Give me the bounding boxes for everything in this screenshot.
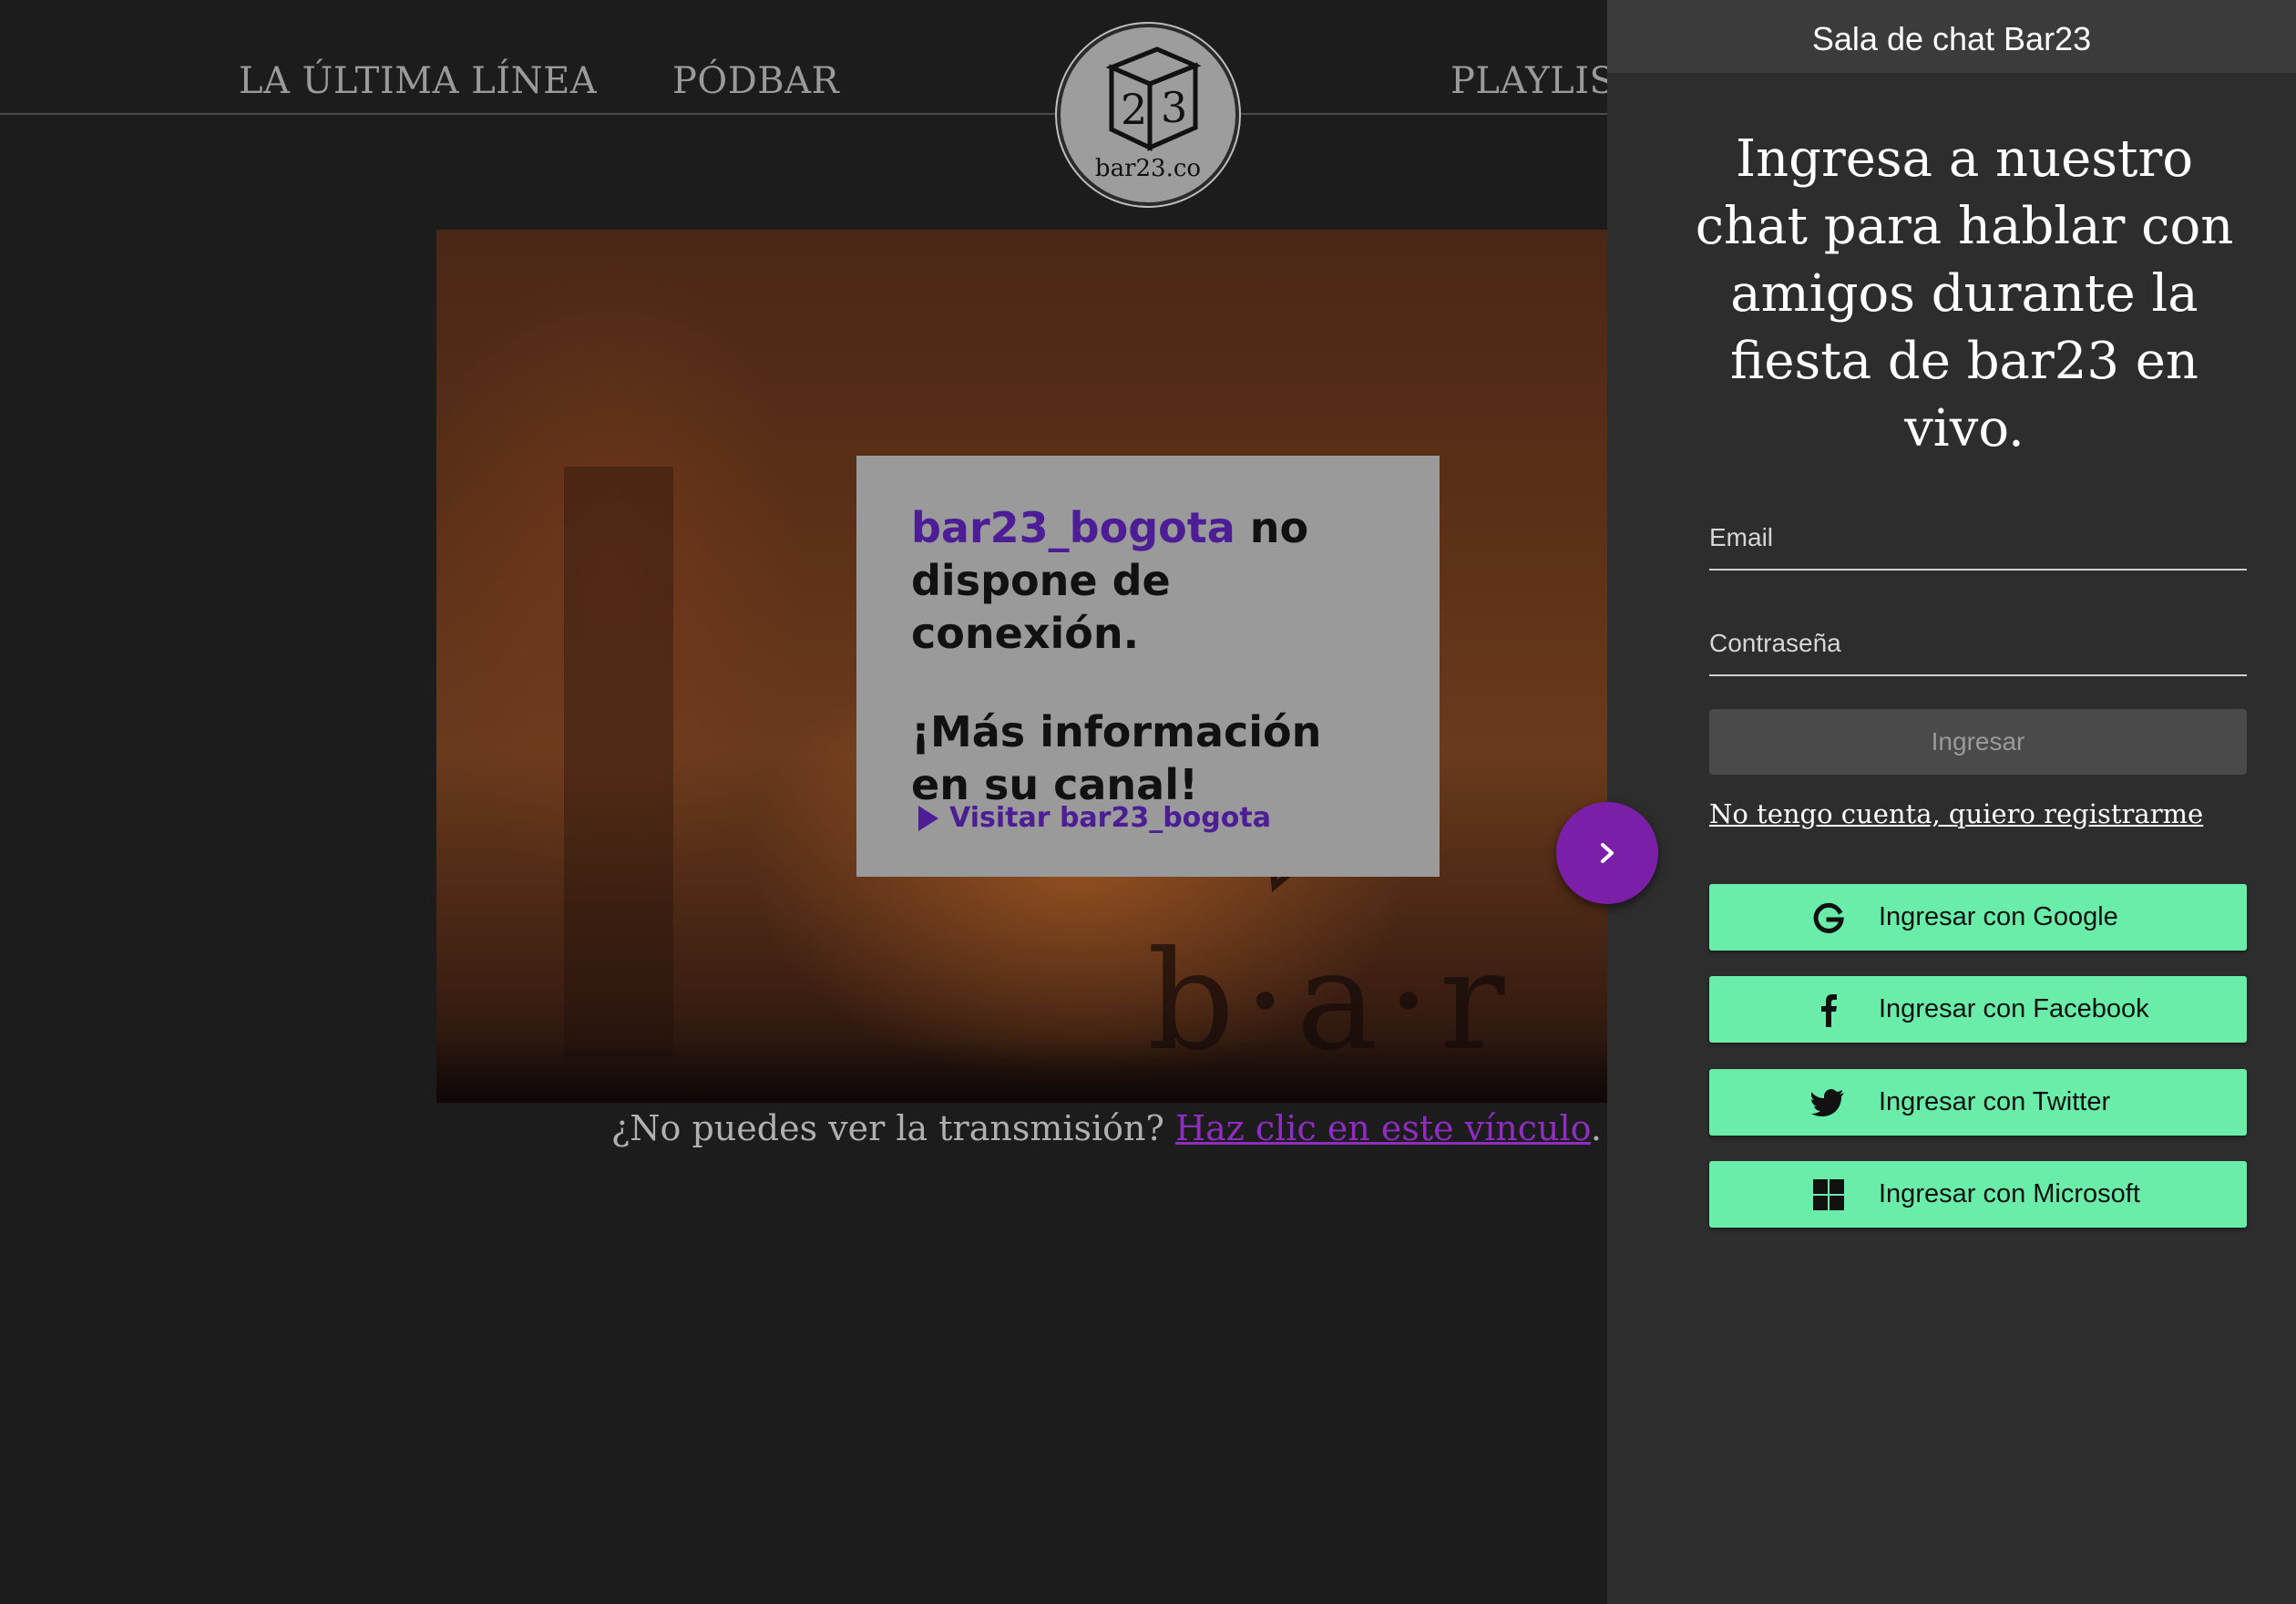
toggle-chat-button[interactable]	[1556, 802, 1658, 904]
video-shadow	[564, 467, 673, 1059]
logo-text: bar23.co	[1094, 155, 1202, 182]
main-content: LA ÚLTIMA LÍNEA PÓDBAR PLAYLIST 2 3 bar2…	[0, 0, 1607, 1604]
video-bottom-gradient	[436, 1039, 1607, 1103]
stream-help-text: ¿No puedes ver la transmisión? Haz clic …	[0, 1108, 1602, 1148]
chat-title: Sala de chat Bar23	[1811, 20, 2092, 57]
svg-text:2: 2	[1121, 85, 1147, 134]
email-input[interactable]	[1709, 519, 2247, 569]
microsoft-login-label: Ingresar con Microsoft	[1879, 1179, 2140, 1208]
nav-divider	[0, 113, 1607, 115]
email-field[interactable]: Email	[1709, 519, 2247, 571]
site-logo[interactable]: 2 3 bar23.co	[1057, 24, 1239, 206]
twitter-login-button[interactable]: Ingresar con Twitter	[1709, 1069, 2247, 1136]
register-link[interactable]: No tengo cuenta, quiero registrarme	[1709, 798, 2203, 829]
facebook-login-label: Ingresar con Facebook	[1879, 994, 2149, 1023]
nav-link-playlist[interactable]: PLAYLIST	[1450, 60, 1607, 102]
channel-name[interactable]: bar23_bogota	[911, 503, 1235, 552]
twitter-login-label: Ingresar con Twitter	[1879, 1087, 2111, 1116]
google-icon	[1813, 902, 1844, 933]
microsoft-icon	[1813, 1179, 1844, 1210]
chat-sidebar: Sala de chat Bar23 Ingresa a nuestro cha…	[1607, 0, 2296, 1604]
facebook-icon	[1821, 994, 1837, 1027]
top-navigation: LA ÚLTIMA LÍNEA PÓDBAR PLAYLIST	[0, 0, 1607, 116]
password-field[interactable]: Contraseña	[1709, 625, 2247, 676]
svg-text:3: 3	[1161, 83, 1187, 132]
nav-link-la-ultima-linea[interactable]: LA ÚLTIMA LÍNEA	[239, 60, 597, 102]
twitter-icon	[1811, 1089, 1844, 1116]
offline-message-card: bar23_bogota no dispone de conexión. ¡Má…	[856, 456, 1440, 877]
cube-logo-icon: 2 3	[1105, 46, 1202, 151]
facebook-login-button[interactable]: Ingresar con Facebook	[1709, 976, 2247, 1043]
login-button[interactable]: Ingresar	[1709, 709, 2247, 775]
stream-help-question: ¿No puedes ver la transmisión?	[610, 1108, 1175, 1148]
google-login-label: Ingresar con Google	[1879, 902, 2118, 931]
microsoft-login-button[interactable]: Ingresar con Microsoft	[1709, 1161, 2247, 1228]
chevron-right-icon	[1601, 843, 1614, 863]
stream-help-suffix: .	[1590, 1108, 1602, 1148]
password-input[interactable]	[1709, 625, 2247, 674]
offline-status-text: bar23_bogota no dispone de conexión.	[911, 501, 1385, 660]
nav-link-podbar[interactable]: PÓDBAR	[672, 60, 839, 102]
google-login-button[interactable]: Ingresar con Google	[1709, 884, 2247, 951]
chat-header: Sala de chat Bar23	[1607, 0, 2296, 73]
visit-channel-link[interactable]: Visitar bar23_bogota	[917, 802, 1271, 834]
play-icon	[918, 805, 938, 831]
visit-channel-label: Visitar bar23_bogota	[949, 802, 1271, 834]
chat-intro-text: Ingresa a nuestro chat para hablar con a…	[1695, 129, 2234, 458]
stream-help-link[interactable]: Haz clic en este vínculo	[1175, 1108, 1591, 1148]
offline-more-info-text: ¡Más información en su canal!	[911, 707, 1322, 809]
